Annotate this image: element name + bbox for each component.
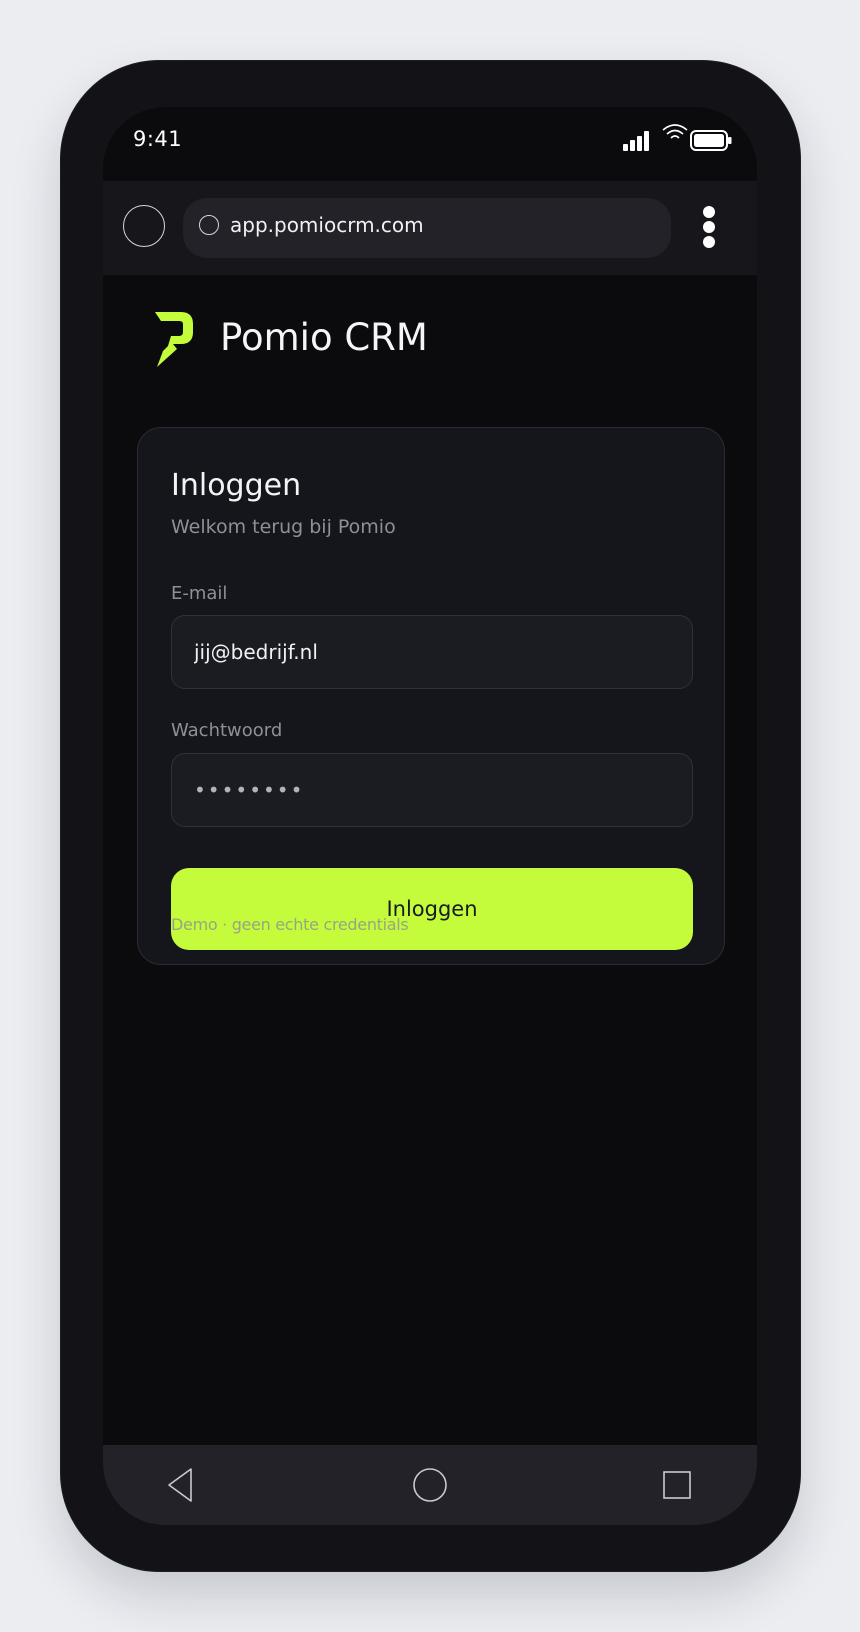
address-bar[interactable]: app.pomiocrm.com [183, 198, 671, 258]
login-card: Inloggen Welkom terug bij Pomio E-mail W… [137, 427, 725, 965]
browser-tab-button[interactable] [123, 205, 165, 247]
system-nav-bar [103, 1445, 757, 1525]
email-label: E-mail [171, 583, 228, 604]
wifi-icon [662, 124, 688, 139]
email-field[interactable] [171, 615, 693, 689]
password-label: Wachtwoord [171, 720, 283, 741]
login-title: Inloggen [171, 468, 302, 503]
battery-icon [690, 130, 732, 151]
signal-icon [623, 131, 649, 151]
browser-toolbar: app.pomiocrm.com [103, 181, 757, 275]
address-url[interactable]: app.pomiocrm.com [230, 213, 424, 237]
brand-name: Pomio CRM [220, 316, 428, 359]
more-vertical-icon[interactable] [703, 206, 715, 248]
status-time: 9:41 [133, 127, 183, 151]
demo-note: Demo · geen echte credentials [171, 915, 409, 934]
login-button[interactable]: Inloggen [171, 868, 693, 950]
site-info-icon[interactable] [199, 215, 219, 235]
status-bar: 9:41 [103, 107, 757, 181]
login-subtitle: Welkom terug bij Pomio [171, 516, 396, 538]
phone-screen: 9:41 app.pomiocrm.com Pomio CRM Inloggen… [103, 107, 757, 1525]
recents-icon[interactable] [658, 1465, 698, 1505]
back-icon[interactable] [161, 1465, 201, 1505]
home-icon[interactable] [410, 1465, 450, 1505]
pomio-logo-icon [155, 312, 193, 367]
brand-header: Pomio CRM [151, 312, 501, 372]
password-field[interactable] [171, 753, 693, 827]
